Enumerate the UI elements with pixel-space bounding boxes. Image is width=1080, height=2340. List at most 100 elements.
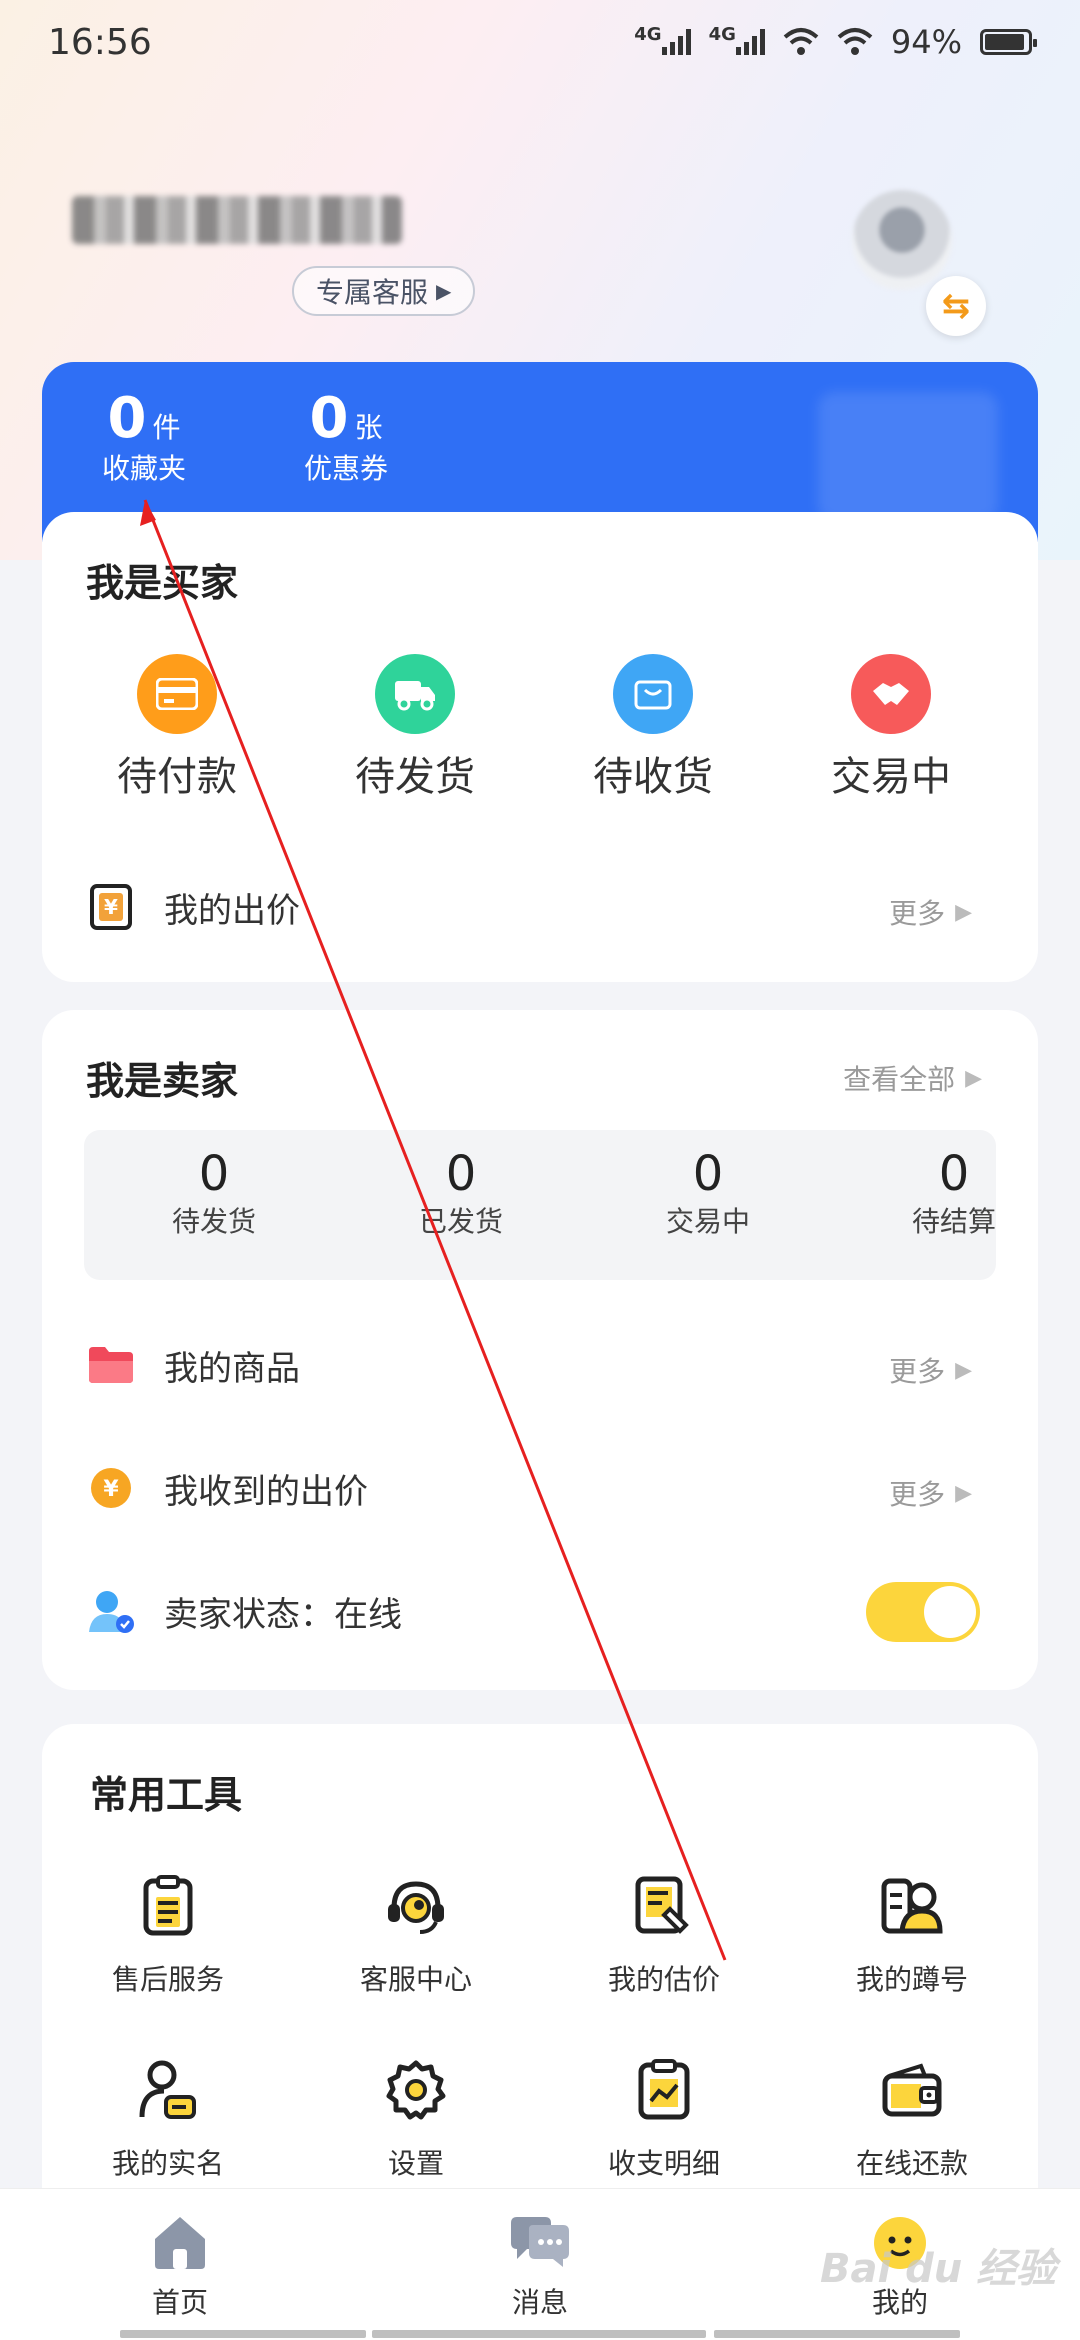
- battery-icon: [980, 29, 1037, 55]
- favorites-unit: 件: [152, 411, 181, 444]
- nav-indicator: [372, 2330, 706, 2338]
- nav-indicator: [714, 2330, 960, 2338]
- chevron-right-icon: ▶: [955, 1357, 972, 1383]
- card-icon: [137, 654, 217, 734]
- stat-value: 0: [692, 1146, 724, 1202]
- headset-icon: [384, 1874, 448, 1938]
- tool-income-expense[interactable]: 收支明细: [564, 2058, 764, 2182]
- stat-value: 0: [938, 1146, 970, 1202]
- toggle-knob: [924, 1586, 976, 1638]
- chart-clipboard-icon: [632, 2058, 696, 2122]
- seller-status-toggle[interactable]: [866, 1582, 980, 1642]
- seller-view-all[interactable]: 查看全部 ▶: [843, 1058, 982, 1098]
- received-bids-row[interactable]: ¥ 我收到的出价: [86, 1453, 994, 1523]
- avatar[interactable]: [852, 190, 952, 290]
- signal-2: 4G: [709, 24, 765, 55]
- stat-label: 待结算: [911, 1205, 996, 1238]
- order-in-trade[interactable]: 交易中: [806, 654, 976, 802]
- tool-label: 我的估价: [607, 1963, 720, 1996]
- tool-online-repayment[interactable]: 在线还款: [812, 2058, 1012, 2182]
- my-bids-row[interactable]: ¥ 我的出价: [86, 872, 994, 942]
- tab-messages[interactable]: 消息: [460, 2213, 620, 2321]
- network-type-label: 4G: [708, 24, 736, 45]
- stat-value: 0: [445, 1146, 477, 1202]
- seller-card: 我是卖家 查看全部 ▶ 0 待发货 0 已发货 0 交易中 0 待结算 我的商品 …: [42, 1010, 1038, 1690]
- more-label: 更多: [889, 897, 946, 930]
- tool-after-sales[interactable]: 售后服务: [68, 1874, 268, 1998]
- tool-label: 我的蹲号: [855, 1963, 968, 1996]
- wifi-icon: [837, 28, 873, 55]
- switch-account-icon[interactable]: ⇆: [926, 276, 986, 336]
- seller-stat-pending-settlement[interactable]: 0 待结算: [864, 1146, 1044, 1240]
- tab-home[interactable]: 首页: [100, 2213, 260, 2321]
- stat-value: 0: [198, 1146, 230, 1202]
- tool-label: 设置: [387, 2147, 444, 2180]
- received-bids-more[interactable]: 更多 ▶: [889, 1473, 972, 1513]
- id-icon: [136, 2058, 200, 2122]
- tools-title: 常用工具: [90, 1773, 243, 1817]
- chevron-right-icon: ▶: [965, 1065, 982, 1091]
- order-pending-payment[interactable]: 待付款: [92, 654, 262, 802]
- folder-icon: [86, 1340, 136, 1390]
- handshake-icon: [851, 654, 931, 734]
- tool-settings[interactable]: 设置: [316, 2058, 516, 2182]
- my-products-more[interactable]: 更多 ▶: [889, 1350, 972, 1390]
- clipboard-icon: [136, 1874, 200, 1938]
- nav-indicator: [120, 2330, 366, 2338]
- seller-stat-in-trade[interactable]: 0 交易中: [618, 1146, 798, 1240]
- seller-stat-shipped[interactable]: 0 已发货: [371, 1146, 551, 1240]
- chevron-right-icon: ▶: [436, 279, 452, 303]
- favorites-stat[interactable]: 0件 收藏夹: [102, 386, 186, 487]
- signal-1: 4G: [634, 24, 691, 55]
- yuan-doc-icon: ¥: [86, 882, 136, 932]
- bag-icon: [613, 654, 693, 734]
- order-label: 待收货: [593, 754, 713, 800]
- tool-label: 售后服务: [111, 1963, 224, 1996]
- home-icon: [155, 2217, 205, 2269]
- my-products-label: 我的商品: [164, 1348, 300, 1389]
- tool-my-appraisal[interactable]: 我的估价: [564, 1874, 764, 1998]
- stat-label: 已发货: [418, 1205, 503, 1238]
- tool-label: 收支明细: [607, 2147, 720, 2180]
- my-bids-more[interactable]: 更多 ▶: [889, 892, 972, 932]
- seller-title: 我是卖家: [86, 1059, 239, 1103]
- signal-bars-icon: [735, 29, 765, 55]
- received-bids-label: 我收到的出价: [164, 1471, 368, 1512]
- exclusive-service-button[interactable]: 专属客服 ▶: [292, 266, 476, 316]
- coupons-stat[interactable]: 0张 优惠券: [304, 386, 388, 487]
- seller-stats-box: 0 待发货 0 已发货 0 交易中 0 待结算: [84, 1130, 996, 1280]
- appraisal-icon: [632, 1874, 696, 1938]
- order-label: 待付款: [117, 754, 237, 800]
- tool-service-center[interactable]: 客服中心: [316, 1874, 516, 1998]
- view-all-label: 查看全部: [843, 1063, 956, 1096]
- coupons-label: 优惠券: [304, 452, 389, 485]
- tools-card: 常用工具 售后服务 客服中心 我的估价 我的蹲号 我的实名 设置 收支明细 在线…: [42, 1724, 1038, 2244]
- my-products-row[interactable]: 我的商品: [86, 1330, 994, 1400]
- signal-bars-icon: [661, 29, 691, 55]
- card-decoration: [818, 392, 998, 522]
- tool-my-watchlist[interactable]: 我的蹲号: [812, 1874, 1012, 1998]
- truck-icon: [375, 654, 455, 734]
- username-blurred: [72, 196, 402, 244]
- seller-stat-pending-shipment[interactable]: 0 待发货: [124, 1146, 304, 1240]
- chevron-right-icon: ▶: [955, 899, 972, 925]
- watchlist-icon: [880, 1874, 944, 1938]
- order-pending-receipt[interactable]: 待收货: [568, 654, 738, 802]
- order-label: 待发货: [355, 754, 475, 800]
- battery-percent: 94%: [890, 23, 962, 61]
- tab-label: 消息: [511, 2286, 568, 2319]
- chevron-right-icon: ▶: [955, 1480, 972, 1506]
- tool-label: 我的实名: [111, 2147, 224, 2180]
- tool-real-name[interactable]: 我的实名: [68, 2058, 268, 2182]
- stat-label: 交易中: [665, 1205, 750, 1238]
- more-label: 更多: [889, 1355, 946, 1388]
- my-bids-label: 我的出价: [164, 890, 300, 931]
- seller-status-row: 卖家状态：在线: [86, 1576, 994, 1646]
- stat-label: 待发货: [171, 1205, 256, 1238]
- tab-label: 首页: [151, 2286, 208, 2319]
- favorites-count: 0: [107, 386, 147, 451]
- status-bar: 16:56 4G 4G 94%: [0, 0, 1080, 84]
- order-pending-shipment[interactable]: 待发货: [330, 654, 500, 802]
- wifi-icon: [783, 28, 819, 55]
- svg-text:¥: ¥: [104, 895, 118, 919]
